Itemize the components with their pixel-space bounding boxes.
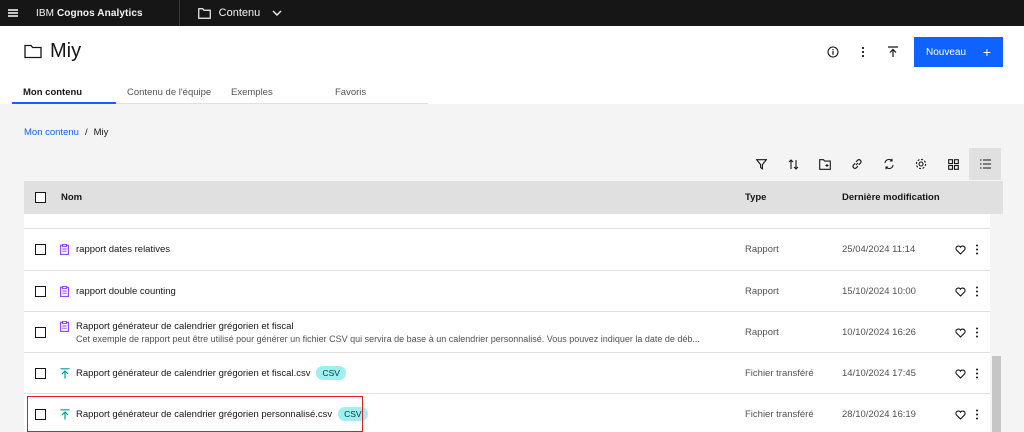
row-modified: 15/10/2024 10:00 (842, 286, 916, 297)
tab-mon-contenu[interactable]: Mon contenu (12, 80, 116, 104)
content-toolbar (745, 148, 1001, 180)
divider (178, 0, 180, 26)
content-tabs: Mon contenu Contenu de l'équipe Exemples… (12, 80, 428, 104)
row-checkbox[interactable] (35, 244, 46, 255)
favorite-icon[interactable] (955, 328, 966, 338)
selection-highlight (27, 396, 363, 432)
row-overflow-menu-icon[interactable] (975, 244, 979, 255)
breadcrumb-current: Miy (93, 127, 109, 138)
row-modified: 25/04/2024 11:14 (842, 244, 916, 255)
location-switcher[interactable]: Contenu (197, 7, 283, 19)
row-name-text: Rapport générateur de calendrier grégori… (76, 368, 311, 379)
top-bar: IBM Cognos Analytics Contenu (0, 0, 1024, 26)
new-folder-icon[interactable] (809, 148, 841, 180)
overflow-menu-icon[interactable] (848, 37, 878, 67)
column-header-name[interactable]: Nom (61, 192, 82, 203)
breadcrumb-separator: / (84, 127, 88, 138)
scrollbar-thumb[interactable] (992, 356, 1001, 432)
row-type: Fichier transféré (745, 409, 814, 420)
row-overflow-menu-icon[interactable] (975, 327, 979, 338)
favorite-icon[interactable] (955, 245, 966, 255)
row-description: Cet exemple de rapport peut être utilisé… (76, 334, 700, 344)
table-row[interactable]: rapport dates relatives Rapport 25/04/20… (24, 229, 990, 271)
list-view-icon[interactable] (969, 148, 1001, 180)
info-icon[interactable] (818, 37, 848, 67)
page-header: Miy Nouveau + Mon contenu Contenu de l'é… (0, 26, 1024, 104)
row-type: Rapport (745, 244, 779, 255)
favorite-icon[interactable] (955, 410, 966, 420)
report-icon (60, 321, 69, 332)
refresh-icon[interactable] (873, 148, 905, 180)
chevron-down-icon (272, 10, 282, 16)
row-type: Rapport (745, 327, 779, 338)
plus-icon: + (982, 44, 991, 60)
breadcrumb: Mon contenu / Miy (24, 127, 108, 138)
row-overflow-menu-icon[interactable] (975, 409, 979, 420)
csv-tag: CSV (316, 366, 346, 380)
breadcrumb-link-root[interactable]: Mon contenu (24, 127, 79, 138)
upload-icon (60, 368, 70, 379)
sort-icon[interactable] (777, 148, 809, 180)
row-name[interactable]: rapport dates relatives (76, 244, 170, 255)
row-name[interactable]: rapport double counting (76, 286, 176, 297)
grid-view-icon[interactable] (937, 148, 969, 180)
favorite-icon[interactable] (955, 369, 966, 379)
row-overflow-menu-icon[interactable] (975, 368, 979, 379)
row-checkbox[interactable] (35, 286, 46, 297)
column-header-modified[interactable]: Dernière modification (842, 192, 940, 203)
row-checkbox[interactable] (35, 327, 46, 338)
link-icon[interactable] (841, 148, 873, 180)
upload-icon[interactable] (878, 37, 908, 67)
product-name: IBM Cognos Analytics (36, 7, 143, 19)
tab-contenu-equipe[interactable]: Contenu de l'équipe (116, 80, 220, 104)
tab-favoris[interactable]: Favoris (324, 80, 428, 104)
row-name[interactable]: Rapport générateur de calendrier grégori… (76, 366, 346, 380)
column-header-type[interactable]: Type (745, 192, 766, 203)
table-row-partial (24, 214, 990, 229)
menu-icon[interactable] (0, 0, 26, 26)
favorite-icon[interactable] (955, 287, 966, 297)
table-row[interactable]: rapport double counting Rapport 15/10/20… (24, 271, 990, 312)
table-header: Nom Type Dernière modification (24, 181, 1003, 214)
row-modified: 14/10/2024 17:45 (842, 368, 916, 379)
row-name[interactable]: Rapport générateur de calendrier grégori… (76, 321, 294, 332)
tab-exemples[interactable]: Exemples (220, 80, 324, 104)
folder-icon (24, 44, 42, 59)
new-button[interactable]: Nouveau + (914, 37, 1003, 67)
vertical-scrollbar[interactable] (990, 214, 1003, 432)
row-type: Fichier transféré (745, 368, 814, 379)
row-modified: 28/10/2024 16:19 (842, 409, 916, 420)
new-button-label: Nouveau (926, 46, 967, 58)
table-row[interactable]: Rapport générateur de calendrier grégori… (24, 312, 990, 353)
table-row[interactable]: Rapport générateur de calendrier grégori… (24, 353, 990, 394)
report-icon (60, 286, 69, 297)
row-type: Rapport (745, 286, 779, 297)
select-all-checkbox[interactable] (35, 192, 46, 203)
folder-icon (197, 7, 211, 19)
report-icon (60, 244, 69, 255)
location-label: Contenu (218, 7, 261, 19)
row-overflow-menu-icon[interactable] (975, 286, 979, 297)
row-modified: 10/10/2024 16:26 (842, 327, 916, 338)
filter-icon[interactable] (745, 148, 777, 180)
page-title: Miy (50, 40, 82, 62)
settings-icon[interactable] (905, 148, 937, 180)
row-checkbox[interactable] (35, 368, 46, 379)
